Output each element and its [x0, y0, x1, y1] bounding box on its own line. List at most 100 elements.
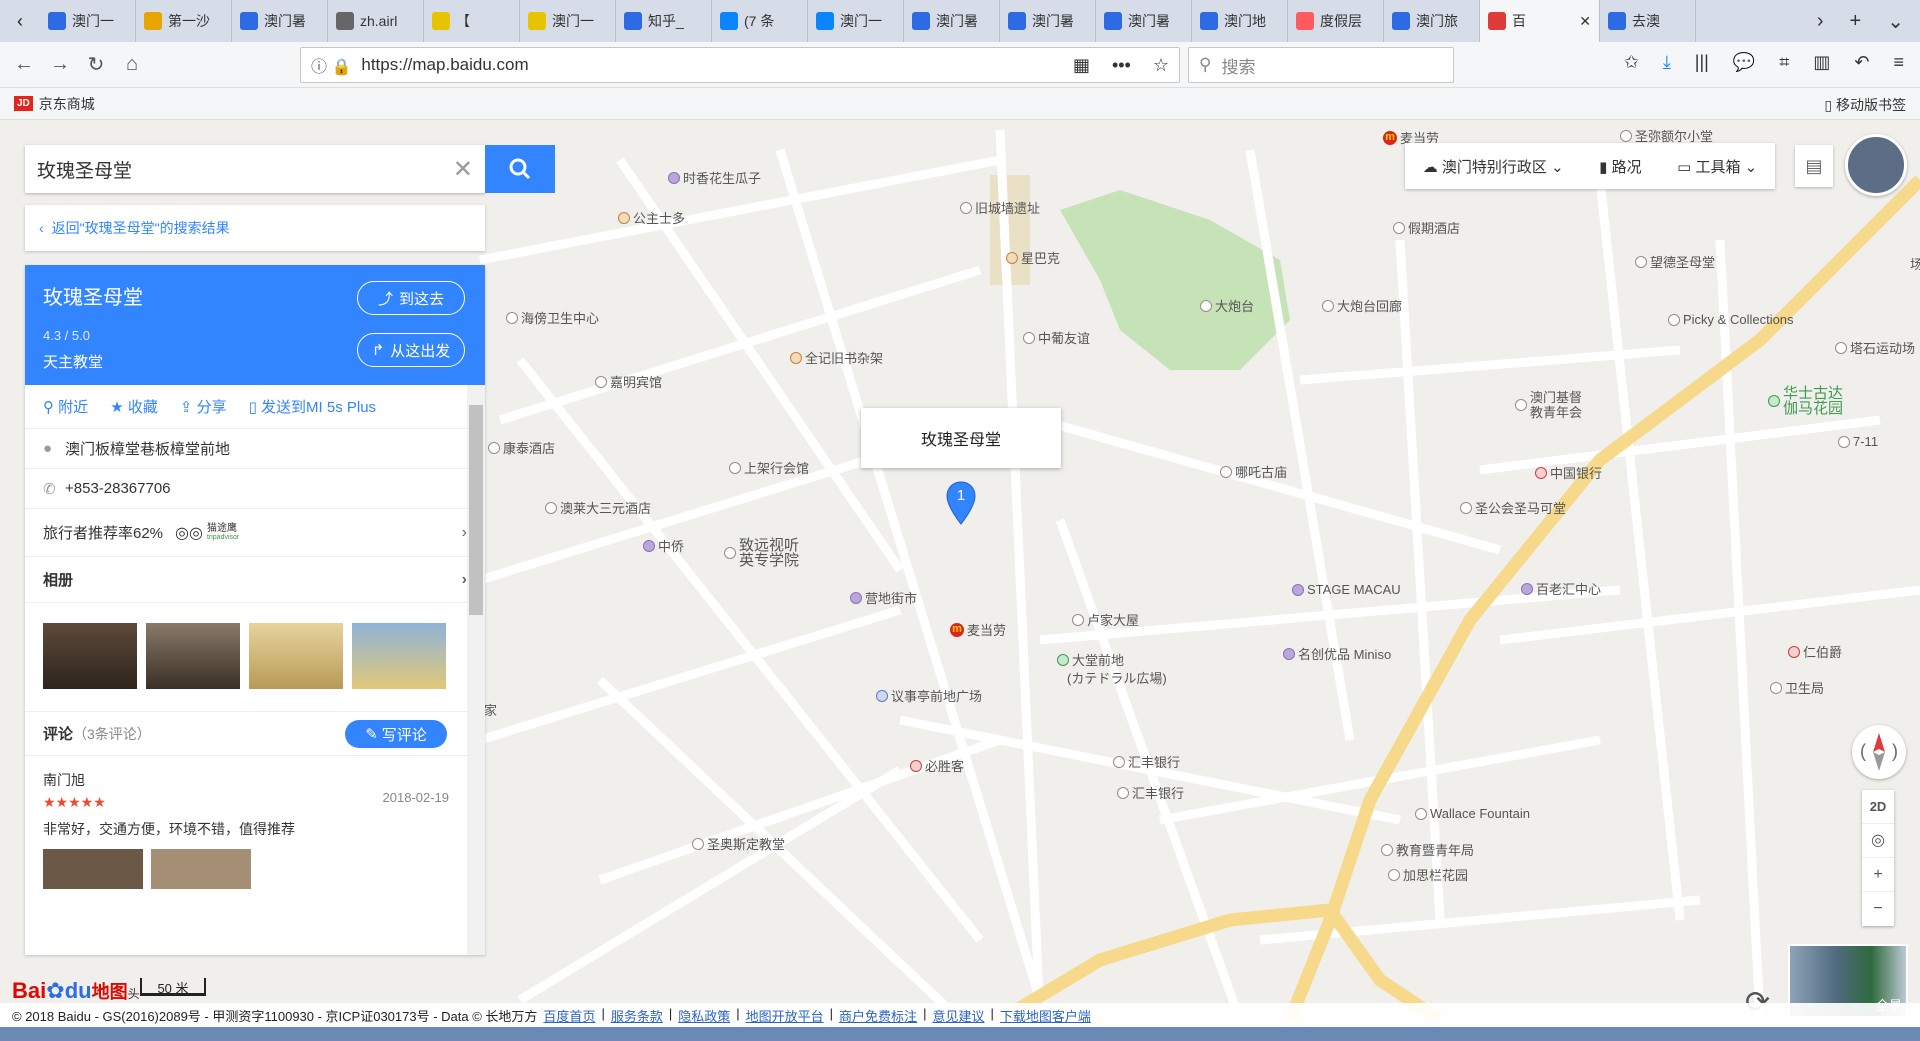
library-icon[interactable]: |||	[1695, 52, 1709, 73]
map-poi[interactable]: 7-11	[1838, 434, 1878, 449]
browser-tab[interactable]: 澳门暑	[904, 0, 1000, 42]
tab-scroll-right-button[interactable]: ›	[1817, 10, 1824, 33]
browser-tab[interactable]: (7 条	[712, 0, 808, 42]
crop-icon[interactable]: ⌗	[1779, 52, 1789, 73]
map-poi[interactable]: 教育暨青年局	[1381, 840, 1474, 859]
browser-tab[interactable]: 澳门一	[40, 0, 136, 42]
traveler-rate-row[interactable]: 旅行者推荐率62% ◎◎ 猫途鹰 tripadvisor ›	[25, 509, 485, 557]
browser-tab[interactable]: 第一沙	[136, 0, 232, 42]
map-poi[interactable]: 时香花生瓜子	[668, 168, 761, 187]
footer-link[interactable]: 商户免费标注	[839, 1006, 917, 1025]
footer-link[interactable]: 服务条款	[611, 1006, 663, 1025]
review-photo[interactable]	[43, 849, 143, 889]
map-poi[interactable]: m 麦当劳	[950, 620, 1006, 639]
share-button[interactable]: ⇪ 分享	[180, 396, 227, 417]
map-poi[interactable]: 中葡友谊	[1023, 328, 1090, 347]
zoom-out-button[interactable]: −	[1862, 892, 1894, 926]
map-poi[interactable]: 加思栏花园	[1388, 865, 1468, 884]
write-review-button[interactable]: ✎ 写评论	[345, 720, 447, 748]
map-poi[interactable]: 全记旧书杂架	[790, 348, 883, 367]
map-poi[interactable]: 致远视听英专学院	[724, 538, 809, 568]
tab-list-dropdown-icon[interactable]: ⌄	[1887, 9, 1904, 34]
region-selector[interactable]: ☁ 澳门特别行政区 ⌄	[1423, 156, 1564, 177]
map-poi[interactable]: (カテドラル広場)	[1067, 668, 1167, 687]
footer-link[interactable]: 地图开放平台	[746, 1006, 824, 1025]
forward-button[interactable]: →	[42, 53, 78, 76]
undo-icon[interactable]: ↶	[1854, 52, 1869, 73]
browser-tab[interactable]: 【	[424, 0, 520, 42]
route-to-button[interactable]: ⤴ 到这去	[357, 281, 465, 315]
route-from-button[interactable]: ↱ 从这出发	[357, 333, 465, 367]
panel-scrollbar[interactable]	[467, 385, 485, 955]
album-row[interactable]: 相册 ›	[25, 557, 485, 603]
map-pin-icon[interactable]: 1	[945, 480, 977, 526]
map-poi[interactable]: 汇丰银行	[1117, 783, 1184, 802]
zoom-in-button[interactable]: +	[1862, 858, 1894, 892]
map-poi[interactable]: 公主士多	[618, 208, 685, 227]
back-button[interactable]: ←	[6, 53, 42, 76]
map-poi[interactable]: 华士古达伽马花园	[1768, 386, 1843, 416]
map-poi[interactable]: Wallace Fountain	[1415, 806, 1530, 821]
map-poi[interactable]: 塔石运动场	[1835, 338, 1915, 357]
footer-link[interactable]: 隐私政策	[678, 1006, 730, 1025]
page-actions-icon[interactable]: •••	[1112, 55, 1131, 76]
browser-tab[interactable]: 澳门一	[808, 0, 904, 42]
download-icon[interactable]: ⤓	[1663, 52, 1671, 73]
map-search-button[interactable]	[485, 145, 555, 193]
browser-tab[interactable]: 知乎_	[616, 0, 712, 42]
sidebar-icon[interactable]: ▥	[1813, 52, 1830, 73]
browser-tab[interactable]: 澳门暑	[1096, 0, 1192, 42]
map-poi[interactable]: 旧城墙遗址	[960, 198, 1040, 217]
browser-search-box[interactable]: ⚲ 搜索	[1188, 47, 1454, 83]
map-poi[interactable]: 假期酒店	[1393, 218, 1460, 237]
browser-tab[interactable]: 澳门地	[1192, 0, 1288, 42]
map-poi[interactable]: 圣公会圣马可堂	[1460, 498, 1566, 517]
star-list-icon[interactable]: ✩	[1624, 52, 1639, 73]
message-button[interactable]: ▤	[1795, 145, 1833, 187]
favorite-button[interactable]: ★ 收藏	[110, 396, 158, 417]
scroll-thumb[interactable]	[469, 405, 483, 615]
close-tab-icon[interactable]: ✕	[1579, 13, 1591, 30]
new-tab-button[interactable]: +	[1850, 10, 1862, 33]
map-poi[interactable]: 澳莱大三元酒店	[545, 498, 651, 517]
traffic-toggle[interactable]: ▮ 路况	[1599, 156, 1641, 177]
menu-icon[interactable]: ≡	[1893, 52, 1904, 73]
review-photo[interactable]	[151, 849, 251, 889]
map-poi[interactable]: Picky & Collections	[1668, 312, 1794, 327]
map-poi[interactable]: 名创优品 Miniso	[1283, 644, 1391, 663]
back-to-results-link[interactable]: ‹ 返回"玫瑰圣母堂"的搜索结果	[25, 205, 485, 251]
footer-link[interactable]: 下载地图客户端	[1000, 1006, 1091, 1025]
photo-thumb[interactable]	[352, 623, 446, 689]
map-info-window[interactable]: 玫瑰圣母堂	[861, 408, 1061, 468]
phone-row[interactable]: ✆ +853-28367706	[25, 469, 485, 509]
compass-icon[interactable]: ()	[1852, 725, 1906, 779]
map-poi[interactable]: 澳门基督教青年会	[1515, 390, 1590, 420]
browser-tab[interactable]: 百 ✕	[1480, 0, 1600, 42]
photo-thumb[interactable]	[249, 623, 343, 689]
photo-thumb[interactable]	[146, 623, 240, 689]
browser-tab[interactable]: 澳门暑	[1000, 0, 1096, 42]
site-info-icon[interactable]: ⓘ 🔒	[311, 53, 351, 77]
map-poi[interactable]: 议事亭前地广场	[876, 686, 982, 705]
reload-button[interactable]: ↻	[78, 52, 114, 77]
toggle-2d-button[interactable]: 2D	[1862, 790, 1894, 824]
map-poi[interactable]: 大炮台	[1200, 296, 1254, 315]
tab-scroll-left-button[interactable]: ‹	[0, 0, 40, 42]
browser-tab[interactable]: 度假层	[1288, 0, 1384, 42]
browser-tab[interactable]: 澳门一	[520, 0, 616, 42]
browser-tab[interactable]: zh.airl	[328, 0, 424, 42]
map-poi[interactable]: 营地街市	[850, 588, 917, 607]
map-poi[interactable]: STAGE MACAU	[1292, 582, 1401, 597]
qr-code-icon[interactable]: ▦	[1073, 55, 1090, 76]
nearby-button[interactable]: ⚲ 附近	[43, 396, 88, 417]
map-poi[interactable]: 望德圣母堂	[1635, 252, 1715, 271]
chat-icon[interactable]: 💬	[1733, 52, 1755, 73]
clear-search-icon[interactable]: ✕	[453, 155, 473, 184]
map-poi[interactable]: 家	[484, 700, 497, 719]
map-poi[interactable]: 中国银行	[1535, 463, 1602, 482]
browser-tab[interactable]: 去澳	[1600, 0, 1696, 42]
map-poi[interactable]: 上架行会馆	[729, 458, 809, 477]
footer-link[interactable]: 意见建议	[932, 1006, 984, 1025]
map-poi[interactable]: 大堂前地	[1057, 650, 1124, 669]
map-poi[interactable]: 卢家大屋	[1072, 610, 1139, 629]
